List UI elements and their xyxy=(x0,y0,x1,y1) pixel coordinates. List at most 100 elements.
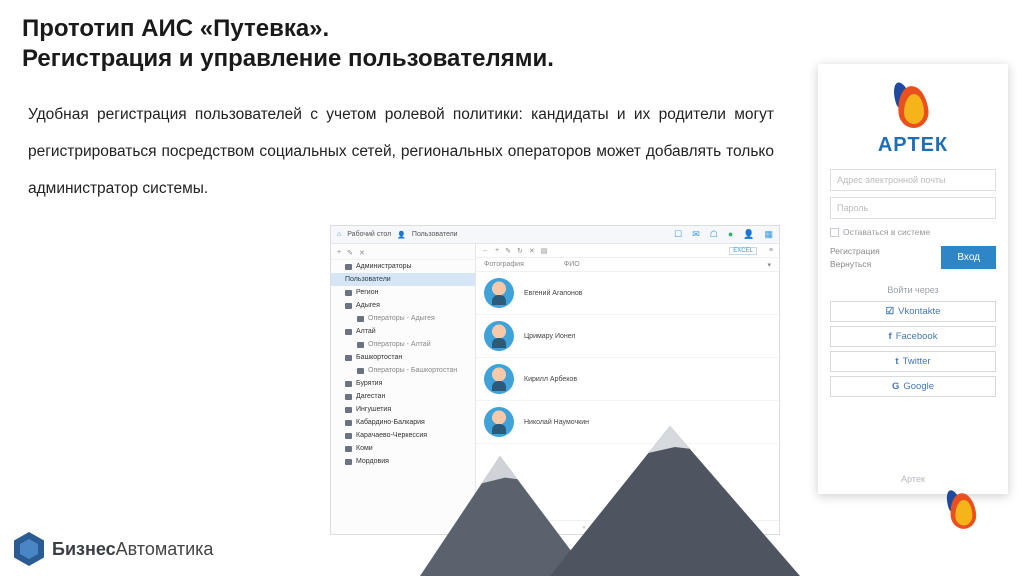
tree-item[interactable]: Башкортостан xyxy=(331,351,475,364)
table-row[interactable]: Цримару Ионел xyxy=(476,315,779,358)
folder-icon xyxy=(345,407,352,413)
tree-root[interactable]: Администраторы xyxy=(331,260,475,273)
password-field[interactable]: Пароль xyxy=(830,197,996,219)
tree-item[interactable]: Кабардино-Балкария xyxy=(331,416,475,429)
folder-icon xyxy=(345,264,352,270)
login-footer: Артек xyxy=(901,474,925,484)
table-row[interactable]: Кирилл Арбеков xyxy=(476,358,779,401)
admin-tree: + ✎ ✕ Администраторы Пользователи Регион… xyxy=(331,244,476,534)
tree-item[interactable]: Операторы - Алтай xyxy=(331,338,475,351)
admin-list: ← + ✎ ↻ ✕ ▤ EXCEL ≡ Фотография ФИО ▾ Евг… xyxy=(476,244,779,534)
col-sort-icon[interactable]: ▾ xyxy=(767,261,771,269)
tree-item[interactable]: Операторы - Башкортостан xyxy=(331,364,475,377)
company-brand: БизнесАвтоматика xyxy=(14,532,213,566)
user-name: Кирилл Арбеков xyxy=(524,376,577,383)
folder-icon xyxy=(345,459,352,465)
status-dot-icon: ● xyxy=(728,229,733,240)
tree-item[interactable]: Коми xyxy=(331,442,475,455)
tree-add-icon[interactable]: + xyxy=(337,249,341,256)
social-vkontakte-button[interactable]: ☑Vkontakte xyxy=(830,301,996,322)
admin-topbar: ⌂ Рабочий стол 👤 Пользователи ☐ ✉ ☖ ● 👤 … xyxy=(331,226,779,244)
user-icon: 👤 xyxy=(397,231,406,239)
col-photo[interactable]: Фотография xyxy=(484,261,524,268)
social-facebook-button[interactable]: fFacebook xyxy=(830,326,996,347)
artek-logo-small-icon xyxy=(945,490,981,533)
table-row[interactable]: Николай Наумочкин xyxy=(476,401,779,444)
tree-users-selected[interactable]: Пользователи xyxy=(331,273,475,286)
list-filter-icon[interactable]: ▤ xyxy=(541,247,548,255)
folder-icon xyxy=(357,316,364,322)
tree-item[interactable]: Мордовия xyxy=(331,455,475,468)
register-link[interactable]: Регистрация xyxy=(830,245,880,258)
tree-edit-icon[interactable]: ✎ xyxy=(347,249,353,257)
avatar xyxy=(484,321,514,351)
social-icon: ☑ xyxy=(886,306,895,317)
login-button[interactable]: Вход xyxy=(941,246,996,269)
user-name: Цримару Ионел xyxy=(524,333,575,340)
avatar xyxy=(484,364,514,394)
chat-icon[interactable]: ☐ xyxy=(674,229,682,240)
tree-item[interactable]: Адыгея xyxy=(331,299,475,312)
social-icon: G xyxy=(892,381,899,392)
folder-icon xyxy=(345,420,352,426)
list-del-icon[interactable]: ✕ xyxy=(529,247,535,255)
home-icon[interactable]: ⌂ xyxy=(337,231,341,238)
user-name: Евгений Агапонов xyxy=(524,290,582,297)
social-heading: Войти через xyxy=(830,285,996,295)
list-toolbar: ← + ✎ ↻ ✕ ▤ EXCEL ≡ xyxy=(476,244,779,258)
remember-row[interactable]: Оставаться в системе xyxy=(830,227,996,237)
tree-item[interactable]: Ингушетия xyxy=(331,403,475,416)
list-add-icon[interactable]: + xyxy=(495,247,499,254)
list-edit-icon[interactable]: ✎ xyxy=(505,247,511,255)
folder-icon xyxy=(345,381,352,387)
breadcrumb-home[interactable]: Рабочий стол xyxy=(347,231,391,238)
folder-icon xyxy=(345,355,352,361)
social-google-button[interactable]: GGoogle xyxy=(830,376,996,397)
social-icon: f xyxy=(889,331,892,342)
login-card: АРТЕК Адрес электронной почты Пароль Ост… xyxy=(818,64,1008,494)
list-back-icon[interactable]: ← xyxy=(482,247,489,254)
social-icon: t xyxy=(895,356,898,367)
folder-icon xyxy=(345,433,352,439)
tree-del-icon[interactable]: ✕ xyxy=(359,249,365,257)
folder-icon xyxy=(345,290,352,296)
table-row[interactable]: Евгений Агапонов xyxy=(476,272,779,315)
company-logo-icon xyxy=(14,532,44,566)
title-line-2: Регистрация и управление пользователями. xyxy=(22,45,554,72)
social-twitter-button[interactable]: tTwitter xyxy=(830,351,996,372)
email-field[interactable]: Адрес электронной почты xyxy=(830,169,996,191)
profile-icon[interactable]: 👤 xyxy=(743,229,754,240)
tree-item[interactable]: Карачаево-Черкессия xyxy=(331,429,475,442)
folder-icon xyxy=(345,329,352,335)
tree-item[interactable]: Алтай xyxy=(331,325,475,338)
excel-export-button[interactable]: EXCEL xyxy=(729,247,757,255)
mail-icon[interactable]: ✉ xyxy=(692,229,700,240)
brand-name: АРТЕК xyxy=(878,134,948,157)
folder-icon xyxy=(345,446,352,452)
folder-icon xyxy=(345,394,352,400)
remember-label: Оставаться в системе xyxy=(843,227,930,237)
user-name: Николай Наумочкин xyxy=(524,419,589,426)
folder-icon xyxy=(345,303,352,309)
checkbox-icon[interactable] xyxy=(830,228,839,237)
admin-panel-screenshot: ⌂ Рабочий стол 👤 Пользователи ☐ ✉ ☖ ● 👤 … xyxy=(330,225,780,535)
bell-icon[interactable]: ☖ xyxy=(710,229,718,240)
company-name-rest: Автоматика xyxy=(116,539,214,559)
col-name[interactable]: ФИО xyxy=(564,261,580,268)
title-line-1: Прототип АИС «Путевка». xyxy=(22,15,329,42)
tree-item[interactable]: Операторы - Адыгея xyxy=(331,312,475,325)
tree-item[interactable]: Дагестан xyxy=(331,390,475,403)
list-menu-icon[interactable]: ≡ xyxy=(769,247,773,254)
tree-region[interactable]: Регион xyxy=(331,286,475,299)
company-name-bold: Бизнес xyxy=(52,539,116,559)
avatar xyxy=(484,278,514,308)
grid-icon[interactable]: ▦ xyxy=(764,229,773,240)
breadcrumb-users[interactable]: Пользователи xyxy=(412,231,458,238)
list-refresh-icon[interactable]: ↻ xyxy=(517,247,523,255)
folder-icon xyxy=(357,368,364,374)
back-link[interactable]: Вернуться xyxy=(830,258,880,271)
tree-item[interactable]: Бурятия xyxy=(331,377,475,390)
artek-logo-icon xyxy=(892,82,934,132)
folder-icon xyxy=(357,342,364,348)
avatar xyxy=(484,407,514,437)
